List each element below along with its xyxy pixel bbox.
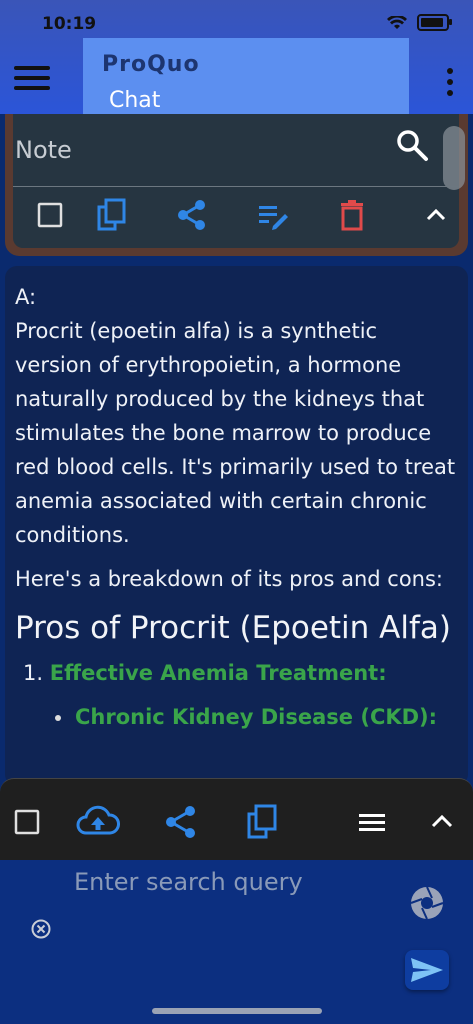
battery-icon [417, 14, 452, 31]
bullet-title: Chronic Kidney Disease (CKD): [75, 705, 438, 729]
list-item-title: Effective Anemia Treatment: [49, 661, 387, 685]
note-input[interactable]: Note [15, 136, 72, 164]
scrollbar[interactable] [443, 126, 465, 190]
menu-icon[interactable] [14, 66, 50, 96]
chevron-up-icon[interactable] [423, 803, 461, 841]
status-icons [387, 14, 452, 31]
list-number: 1. [23, 661, 44, 685]
chat-response: A: Procrit (epoetin alfa) is a synthetic… [5, 266, 468, 786]
answer-prefix: A: [15, 285, 37, 309]
clear-icon[interactable] [30, 918, 52, 940]
query-input-area: Enter search query [0, 860, 473, 1024]
app-bar: 10:19 ProQuo Chat [0, 0, 473, 114]
bottom-toolbar [0, 778, 473, 861]
camera-shutter-icon[interactable] [408, 884, 446, 922]
note-toolbar [13, 198, 459, 238]
divider [13, 186, 459, 187]
status-time: 10:19 [42, 14, 97, 34]
wifi-icon [387, 15, 407, 29]
copy-icon[interactable] [244, 803, 282, 841]
search-query-input[interactable]: Enter search query [74, 868, 303, 896]
send-button[interactable] [405, 950, 449, 990]
menu-icon[interactable] [353, 803, 391, 841]
chevron-up-icon[interactable] [419, 198, 453, 232]
edit-list-icon[interactable] [255, 198, 289, 232]
paragraph: Procrit (epoetin alfa) is a synthetic ve… [15, 319, 456, 547]
note-panel: Note [13, 114, 465, 248]
note-card: Note [5, 114, 468, 256]
share-icon[interactable] [162, 803, 200, 841]
title-box: ProQuo Chat [83, 38, 409, 114]
response-text: A: Procrit (epoetin alfa) is a synthetic… [15, 280, 460, 734]
bullet [55, 715, 61, 721]
copy-icon[interactable] [95, 198, 129, 232]
search-icon[interactable] [395, 128, 429, 162]
page-subtitle: Chat [109, 88, 161, 113]
list-item: 1. Effective Anemia Treatment: [23, 656, 460, 690]
bullet-item: Chronic Kidney Disease (CKD): [55, 700, 460, 734]
more-options-icon[interactable] [447, 68, 455, 101]
home-indicator [152, 1008, 322, 1014]
app-title: ProQuo [102, 52, 200, 77]
send-icon [411, 958, 443, 982]
delete-icon[interactable] [335, 198, 369, 232]
paragraph: Here's a breakdown of its pros and cons: [15, 567, 443, 591]
checkbox-icon[interactable] [8, 803, 46, 841]
share-icon[interactable] [175, 198, 209, 232]
cloud-upload-icon[interactable] [76, 803, 120, 841]
section-heading: Pros of Procrit (Epoetin Alfa) [15, 610, 451, 646]
checkbox-icon[interactable] [33, 198, 67, 232]
